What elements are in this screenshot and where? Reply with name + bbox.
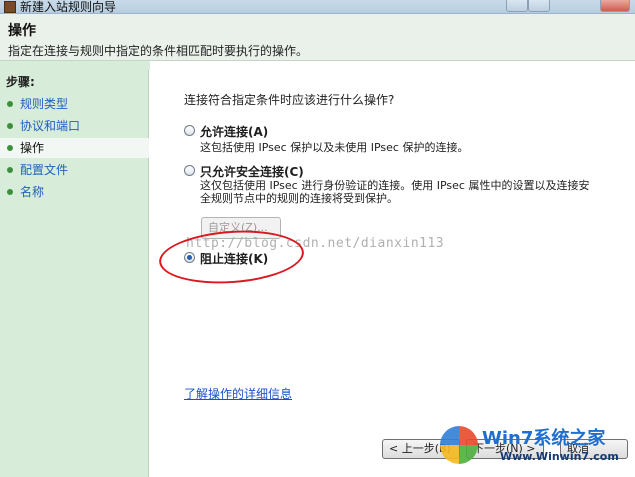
wizard-header: 操作 指定在连接与规则中指定的条件相匹配时要执行的操作。 — [0, 14, 635, 61]
sidebar-item-name[interactable]: 名称 — [0, 182, 149, 202]
window-title: 新建入站规则向导 — [20, 0, 117, 14]
allow-secure-desc-line1: 这仅包括使用 IPsec 进行身份验证的连接。使用 IPsec 属性中的设置以及… — [200, 179, 590, 192]
bullet-icon — [7, 101, 13, 107]
learn-more-link[interactable]: 了解操作的详细信息 — [184, 385, 292, 402]
allow-secure-radio[interactable] — [184, 165, 195, 176]
allow-connection-desc: 这包括使用 IPsec 保护以及未使用 IPsec 保护的连接。 — [200, 141, 469, 154]
sidebar-item-action[interactable]: 操作 — [0, 138, 149, 158]
bullet-icon — [7, 167, 13, 173]
win7-logo-watermark: Win7系统之家 Www.Winwin7.com — [440, 420, 630, 472]
steps-sidebar: 步骤: 规则类型 协议和端口 操作 配置文件 名称 — [0, 70, 149, 477]
sidebar-item-profile[interactable]: 配置文件 — [0, 160, 149, 180]
bullet-icon — [7, 123, 13, 129]
page-title: 操作 — [8, 23, 36, 39]
minimize-button[interactable] — [506, 0, 528, 12]
bullet-icon — [7, 145, 13, 151]
red-annotation-circle — [157, 226, 306, 288]
close-button[interactable] — [600, 0, 630, 12]
bullet-icon — [7, 189, 13, 195]
sidebar-item-label: 规则类型 — [20, 97, 69, 111]
sidebar-item-rule-type[interactable]: 规则类型 — [0, 94, 149, 114]
page-subtitle: 指定在连接与规则中指定的条件相匹配时要执行的操作。 — [8, 44, 309, 58]
logo-brand-text: Win7系统之家 — [482, 428, 606, 449]
sidebar-item-protocol-port[interactable]: 协议和端口 — [0, 116, 149, 136]
allow-connection-label[interactable]: 允许连接(A) — [200, 123, 268, 140]
logo-site-text: Www.Winwin7.com — [500, 450, 619, 463]
sidebar-spacer — [0, 61, 150, 70]
sidebar-item-label: 名称 — [20, 185, 45, 199]
main-content: 连接符合指定条件时应该进行什么操作? 允许连接(A) 这包括使用 IPsec 保… — [150, 61, 635, 477]
sidebar-item-label: 协议和端口 — [20, 119, 81, 133]
sidebar-item-label: 配置文件 — [20, 163, 69, 177]
sidebar-item-label: 操作 — [20, 141, 45, 155]
allow-secure-desc-line2: 全规则节点中的规则的连接将受到保护。 — [200, 192, 398, 205]
allow-connection-radio[interactable] — [184, 125, 195, 136]
windows-flag-icon — [440, 426, 478, 464]
steps-label: 步骤: — [6, 75, 35, 89]
window-titlebar: 新建入站规则向导 — [0, 0, 635, 14]
action-question: 连接符合指定条件时应该进行什么操作? — [184, 93, 395, 107]
allow-secure-label[interactable]: 只允许安全连接(C) — [200, 163, 304, 180]
firewall-icon — [4, 1, 16, 13]
maximize-button[interactable] — [528, 0, 550, 12]
